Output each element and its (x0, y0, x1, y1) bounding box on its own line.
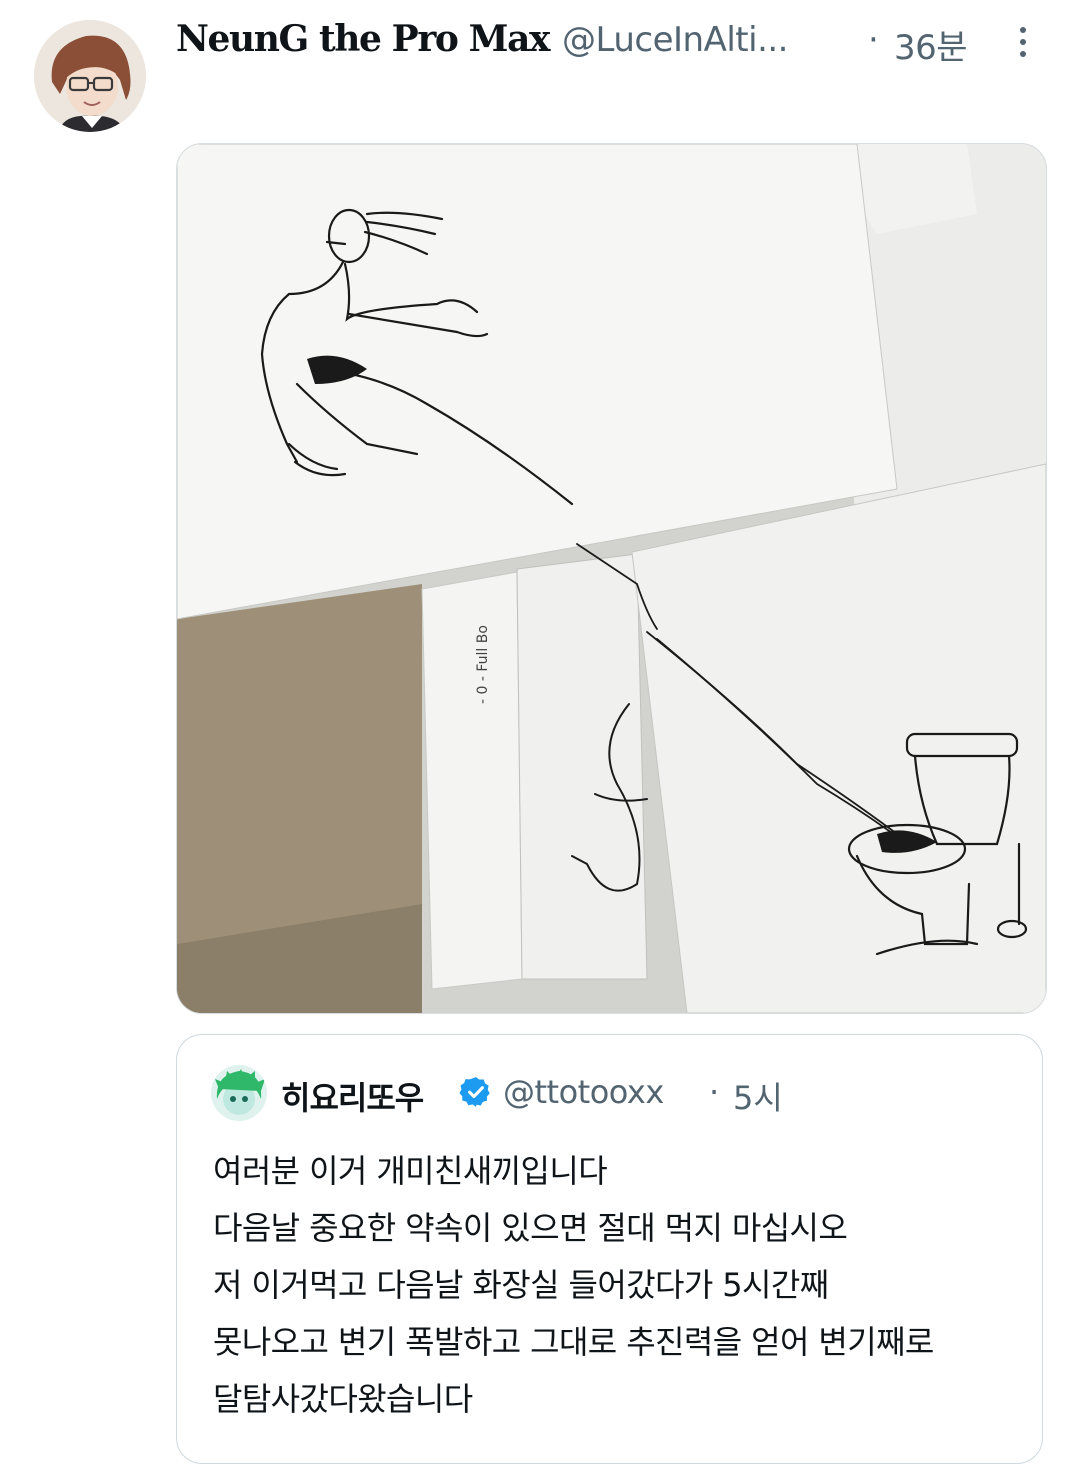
tweet-header: NeunG the Pro Max @LuceInAlti... · 36분 (176, 12, 1066, 68)
svg-text:- 0 - Full Bo: - 0 - Full Bo (475, 625, 491, 704)
quote-display-name[interactable]: 히요리또우 (281, 1073, 424, 1119)
quote-body: 여러분 이거 개미친새끼입니다 다음날 중요한 약속이 있으면 절대 먹지 마십… (213, 1143, 1033, 1428)
timestamp[interactable]: 36분 (894, 20, 968, 69)
photo-of-drawings: - 0 - Full Bo (177, 144, 1046, 1013)
quoted-tweet[interactable]: 히요리또우 @ttotooxx · 5시 여러분 이거 개미친새끼입니다 다음날… (176, 1034, 1043, 1464)
quote-text-line: 저 이거먹고 다음날 화장실 들어갔다가 5시간째 (213, 1266, 829, 1304)
avatar[interactable] (34, 20, 146, 132)
tweet-media[interactable]: - 0 - Full Bo (176, 143, 1047, 1014)
display-name[interactable]: NeunG the Pro Max (176, 18, 551, 60)
quote-text-line: 달탐사갔다왔습니다 (213, 1380, 473, 1418)
quote-separator-dot: · (709, 1073, 720, 1111)
quote-timestamp[interactable]: 5시 (733, 1073, 783, 1119)
quote-text-line: 다음날 중요한 약속이 있으면 절대 먹지 마십시오 (213, 1209, 848, 1247)
separator-dot: · (868, 20, 879, 60)
verified-badge-icon (459, 1075, 493, 1109)
quote-avatar[interactable] (211, 1065, 267, 1121)
avatar-illustration (211, 1065, 267, 1121)
more-vertical-icon[interactable] (1008, 20, 1038, 64)
user-handle[interactable]: @LuceInAlti... (562, 20, 789, 60)
quote-user-handle[interactable]: @ttotooxx (503, 1073, 664, 1111)
quote-text-line: 못나오고 변기 폭발하고 그대로 추진력을 얻어 변기째로 (213, 1323, 934, 1361)
quote-text-line: 여러분 이거 개미친새끼입니다 (213, 1152, 608, 1190)
avatar-illustration (34, 20, 146, 132)
